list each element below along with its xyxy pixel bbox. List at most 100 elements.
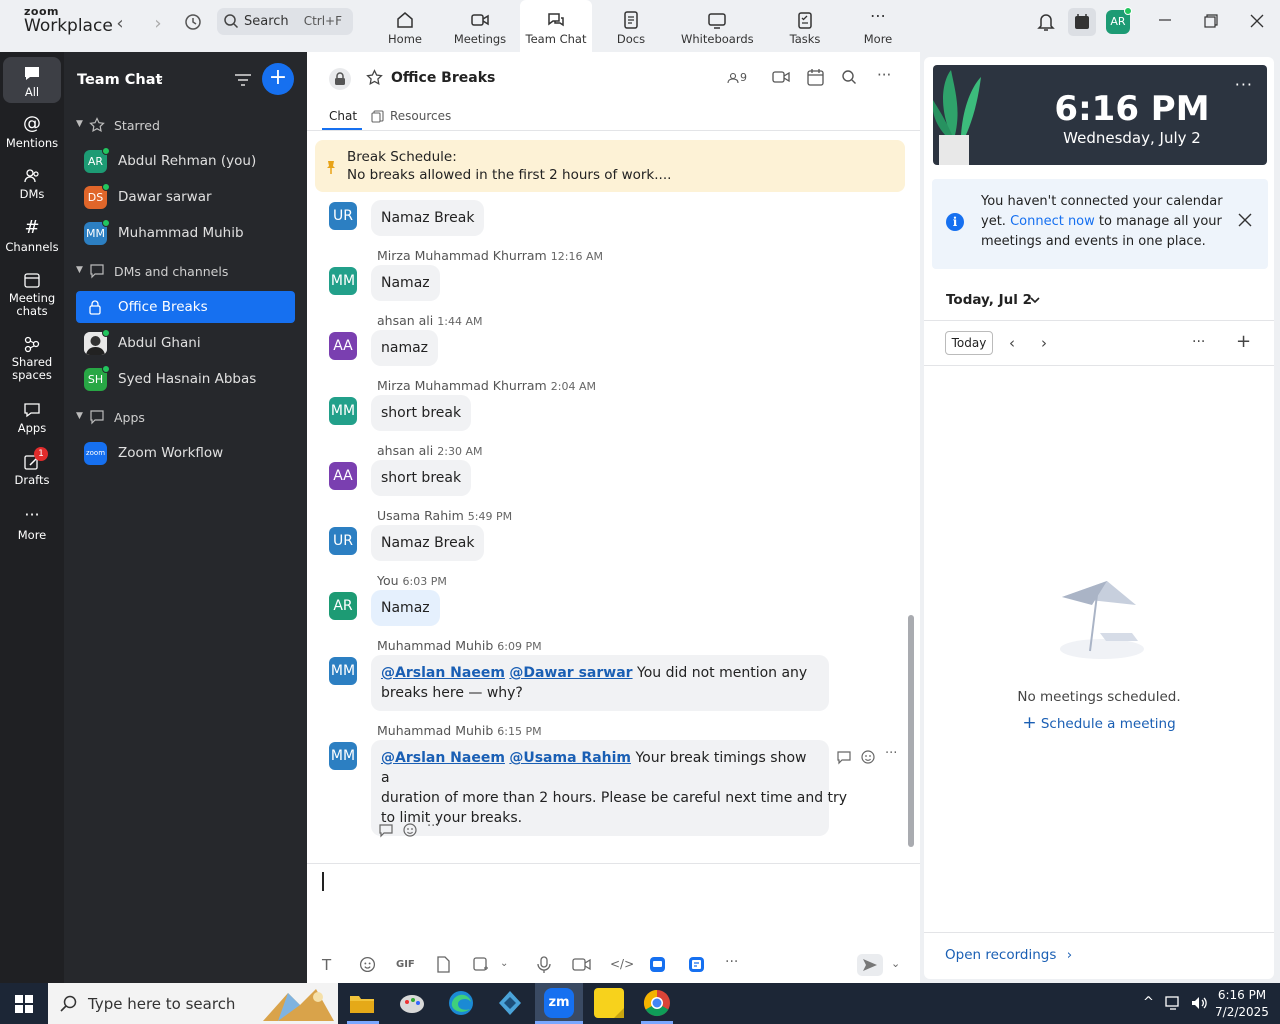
code-icon[interactable]: </> [610,957,634,971]
avatar[interactable]: MM [329,267,357,295]
screenshot-icon[interactable] [472,956,489,977]
message-bubble[interactable]: Namaz Break [371,525,485,561]
more-dots-icon[interactable]: ··· [1192,334,1205,350]
forward-arrow-icon[interactable]: › [146,13,170,37]
more-dots-icon[interactable]: ··· [427,819,439,834]
taskbar-search-input[interactable]: Type here to search [48,983,338,1024]
message-bubble[interactable]: Namaz Break [371,200,485,236]
mention-link[interactable]: @Usama Rahim [509,750,631,766]
nav-home[interactable]: Home [369,0,441,52]
sender-name[interactable]: You [377,573,399,588]
message-bubble[interactable]: Namaz [371,590,440,626]
message-bubble[interactable]: @Arslan Naeem @Dawar sarwar You did not … [371,655,829,711]
nav-meetings[interactable]: Meetings [444,0,516,52]
restore-icon[interactable] [1204,14,1218,32]
connect-now-link[interactable]: Connect now [1010,214,1095,229]
history-icon[interactable] [183,12,203,36]
avatar[interactable]: UR [329,527,357,555]
sidebar-item-abdul-rehman[interactable]: AR Abdul Rehman (you) [76,145,295,177]
mention-link[interactable]: @Dawar sarwar [509,665,632,681]
chrome-browser-icon[interactable] [642,988,672,1018]
tab-resources[interactable]: Resources [390,109,451,123]
filter-icon[interactable] [234,72,252,92]
sender-name[interactable]: Mirza Muhammad Khurram [377,378,547,393]
more-dots-icon[interactable]: ··· [885,746,897,761]
file-explorer-icon[interactable] [348,989,378,1019]
edge-browser-icon[interactable] [446,988,476,1018]
reply-icon[interactable] [378,822,394,842]
group-starred[interactable]: ▼ Starred [76,109,295,141]
rail-channels[interactable]: # Channels [3,218,61,254]
message-bubble[interactable]: short break [371,395,472,431]
zoom-whiteboard-icon[interactable] [649,956,666,977]
sender-name[interactable]: ahsan ali [377,313,433,328]
sender-name[interactable]: Usama Rahim [377,508,464,523]
back-arrow-icon[interactable]: ‹ [108,13,132,37]
mention-link[interactable]: @Arslan Naeem [381,665,505,681]
reply-icon[interactable] [836,749,852,769]
message-bubble[interactable]: namaz [371,330,439,366]
scrollbar[interactable] [908,615,914,847]
sidebar-item-zoom-workflow[interactable]: zoom Zoom Workflow [76,437,295,469]
sidebar-item-office-breaks[interactable]: Office Breaks [76,291,295,323]
sidebar-title[interactable]: Team Chat [77,72,162,88]
message-input[interactable] [307,864,920,944]
app-diamond-icon[interactable] [495,988,525,1018]
rail-meeting-chats[interactable]: Meeting chats [3,271,61,318]
bell-icon[interactable] [1036,11,1056,37]
gif-button[interactable]: GIF [396,959,415,970]
chevron-down-icon[interactable]: ⌄ [500,958,508,969]
rail-all[interactable]: All [3,57,61,103]
open-recordings-link[interactable]: Open recordings › [945,947,1072,963]
avatar[interactable]: MM [329,657,357,685]
volume-icon[interactable] [1190,995,1208,1015]
message-bubble[interactable]: short break [371,460,472,496]
whiteboard-app-button[interactable] [1068,8,1096,36]
message-bubble[interactable]: @Arslan Naeem @Usama Rahim Your break ti… [371,740,847,836]
nav-more[interactable]: ⋯ More [842,0,914,52]
member-count[interactable]: 9 [740,71,747,84]
avatar[interactable]: AR [329,592,357,620]
more-dots-icon[interactable]: ··· [725,954,738,970]
sender-name[interactable]: Mirza Muhammad Khurram [377,248,547,263]
video-message-icon[interactable] [572,956,591,977]
network-icon[interactable] [1165,995,1183,1015]
avatar[interactable]: MM [329,397,357,425]
microphone-icon[interactable] [537,956,551,977]
minimize-icon[interactable] [1158,13,1172,31]
close-window-icon[interactable] [1250,14,1264,32]
emoji-react-icon[interactable] [402,822,418,842]
members-icon[interactable] [727,72,739,88]
rail-shared-spaces[interactable]: Shared spaces [3,335,61,382]
paint-app-icon[interactable] [398,988,428,1018]
channel-title[interactable]: Office Breaks [391,70,495,86]
new-chat-button[interactable]: + [262,63,294,95]
mention-link[interactable]: @Arslan Naeem [381,750,505,766]
search-icon[interactable] [841,69,857,89]
add-icon[interactable]: + [1236,331,1251,352]
rail-more[interactable]: ··· More [3,506,61,542]
search-input[interactable]: Search Ctrl+F [217,8,353,35]
message-bubble[interactable]: Namaz [371,265,440,301]
windows-start-icon[interactable] [15,995,33,1017]
text-format-icon[interactable]: T [322,956,331,974]
rail-mentions[interactable]: @ Mentions [3,114,61,150]
avatar[interactable]: MM [329,742,357,770]
avatar[interactable]: UR [329,202,357,230]
chevron-up-icon[interactable]: ^ [1143,995,1154,1010]
nav-team-chat[interactable]: Team Chat [520,0,592,52]
nav-tasks[interactable]: Tasks [769,0,841,52]
avatar[interactable]: AA [329,462,357,490]
group-dms-channels[interactable]: ▼ DMs and channels [76,255,295,287]
nav-whiteboards[interactable]: Whiteboards [681,0,754,52]
emoji-react-icon[interactable] [860,749,876,769]
chevron-right-icon[interactable]: › [1041,334,1047,352]
zoom-docs-icon[interactable] [688,956,705,977]
send-button[interactable] [857,954,883,976]
sidebar-item-abdul-ghani[interactable]: Abdul Ghani [76,327,295,359]
sender-name[interactable]: Muhammad Muhib [377,723,493,738]
video-icon[interactable] [772,69,791,89]
sender-name[interactable]: Muhammad Muhib [377,638,493,653]
today-button[interactable]: Today [945,331,993,355]
more-dots-icon[interactable]: ··· [877,66,891,84]
